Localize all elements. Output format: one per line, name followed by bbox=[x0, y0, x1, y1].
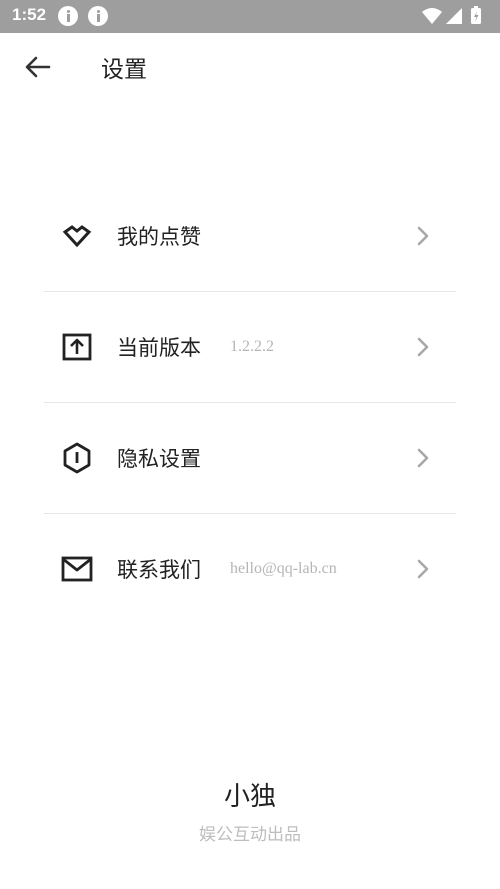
settings-item-likes[interactable]: 我的点赞 bbox=[44, 183, 456, 289]
brand-name: 小独 bbox=[223, 782, 276, 812]
divider bbox=[44, 291, 456, 292]
settings-item-label: 当前版本 bbox=[117, 336, 201, 360]
settings-item-version[interactable]: 当前版本 1.2.2.2 bbox=[44, 294, 456, 400]
app-bar: 设置 bbox=[0, 33, 500, 99]
info-icon bbox=[58, 6, 78, 26]
page-title: 设置 bbox=[101, 57, 147, 83]
status-bar: 1:52 bbox=[0, 0, 500, 33]
battery-charging-icon bbox=[471, 6, 481, 24]
back-button[interactable] bbox=[18, 47, 58, 87]
settings-item-label: 联系我们 bbox=[117, 558, 201, 582]
status-time: 1:52 bbox=[12, 5, 47, 24]
wifi-icon bbox=[422, 8, 442, 24]
version-value: 1.2.2.2 bbox=[230, 338, 274, 355]
settings-item-contact[interactable]: 联系我们 hello@qq-lab.cn bbox=[44, 516, 456, 622]
contact-email[interactable]: hello@qq-lab.cn bbox=[230, 560, 337, 578]
brand-company: 娱公互动出品 bbox=[199, 825, 301, 845]
chevron-right-icon bbox=[413, 446, 433, 470]
settings-item-privacy[interactable]: 隐私设置 bbox=[44, 405, 456, 511]
arrow-left-icon bbox=[25, 56, 51, 78]
shield-hexagon-icon bbox=[61, 442, 93, 474]
signal-icon bbox=[446, 8, 462, 24]
upload-box-icon bbox=[61, 331, 93, 363]
chevron-right-icon bbox=[413, 557, 433, 581]
divider bbox=[44, 402, 456, 403]
divider bbox=[44, 513, 456, 514]
chevron-right-icon bbox=[413, 224, 433, 248]
settings-item-label: 隐私设置 bbox=[117, 447, 201, 471]
status-icons bbox=[420, 6, 488, 26]
settings-list: 我的点赞 当前版本 1.2.2.2 隐私设置 联系我们 hello@qq-lab… bbox=[44, 183, 456, 622]
chevron-right-icon bbox=[413, 335, 433, 359]
heart-outline-icon bbox=[61, 220, 93, 252]
mail-icon bbox=[61, 553, 93, 585]
settings-item-label: 我的点赞 bbox=[117, 225, 201, 249]
info-icon bbox=[88, 6, 108, 26]
